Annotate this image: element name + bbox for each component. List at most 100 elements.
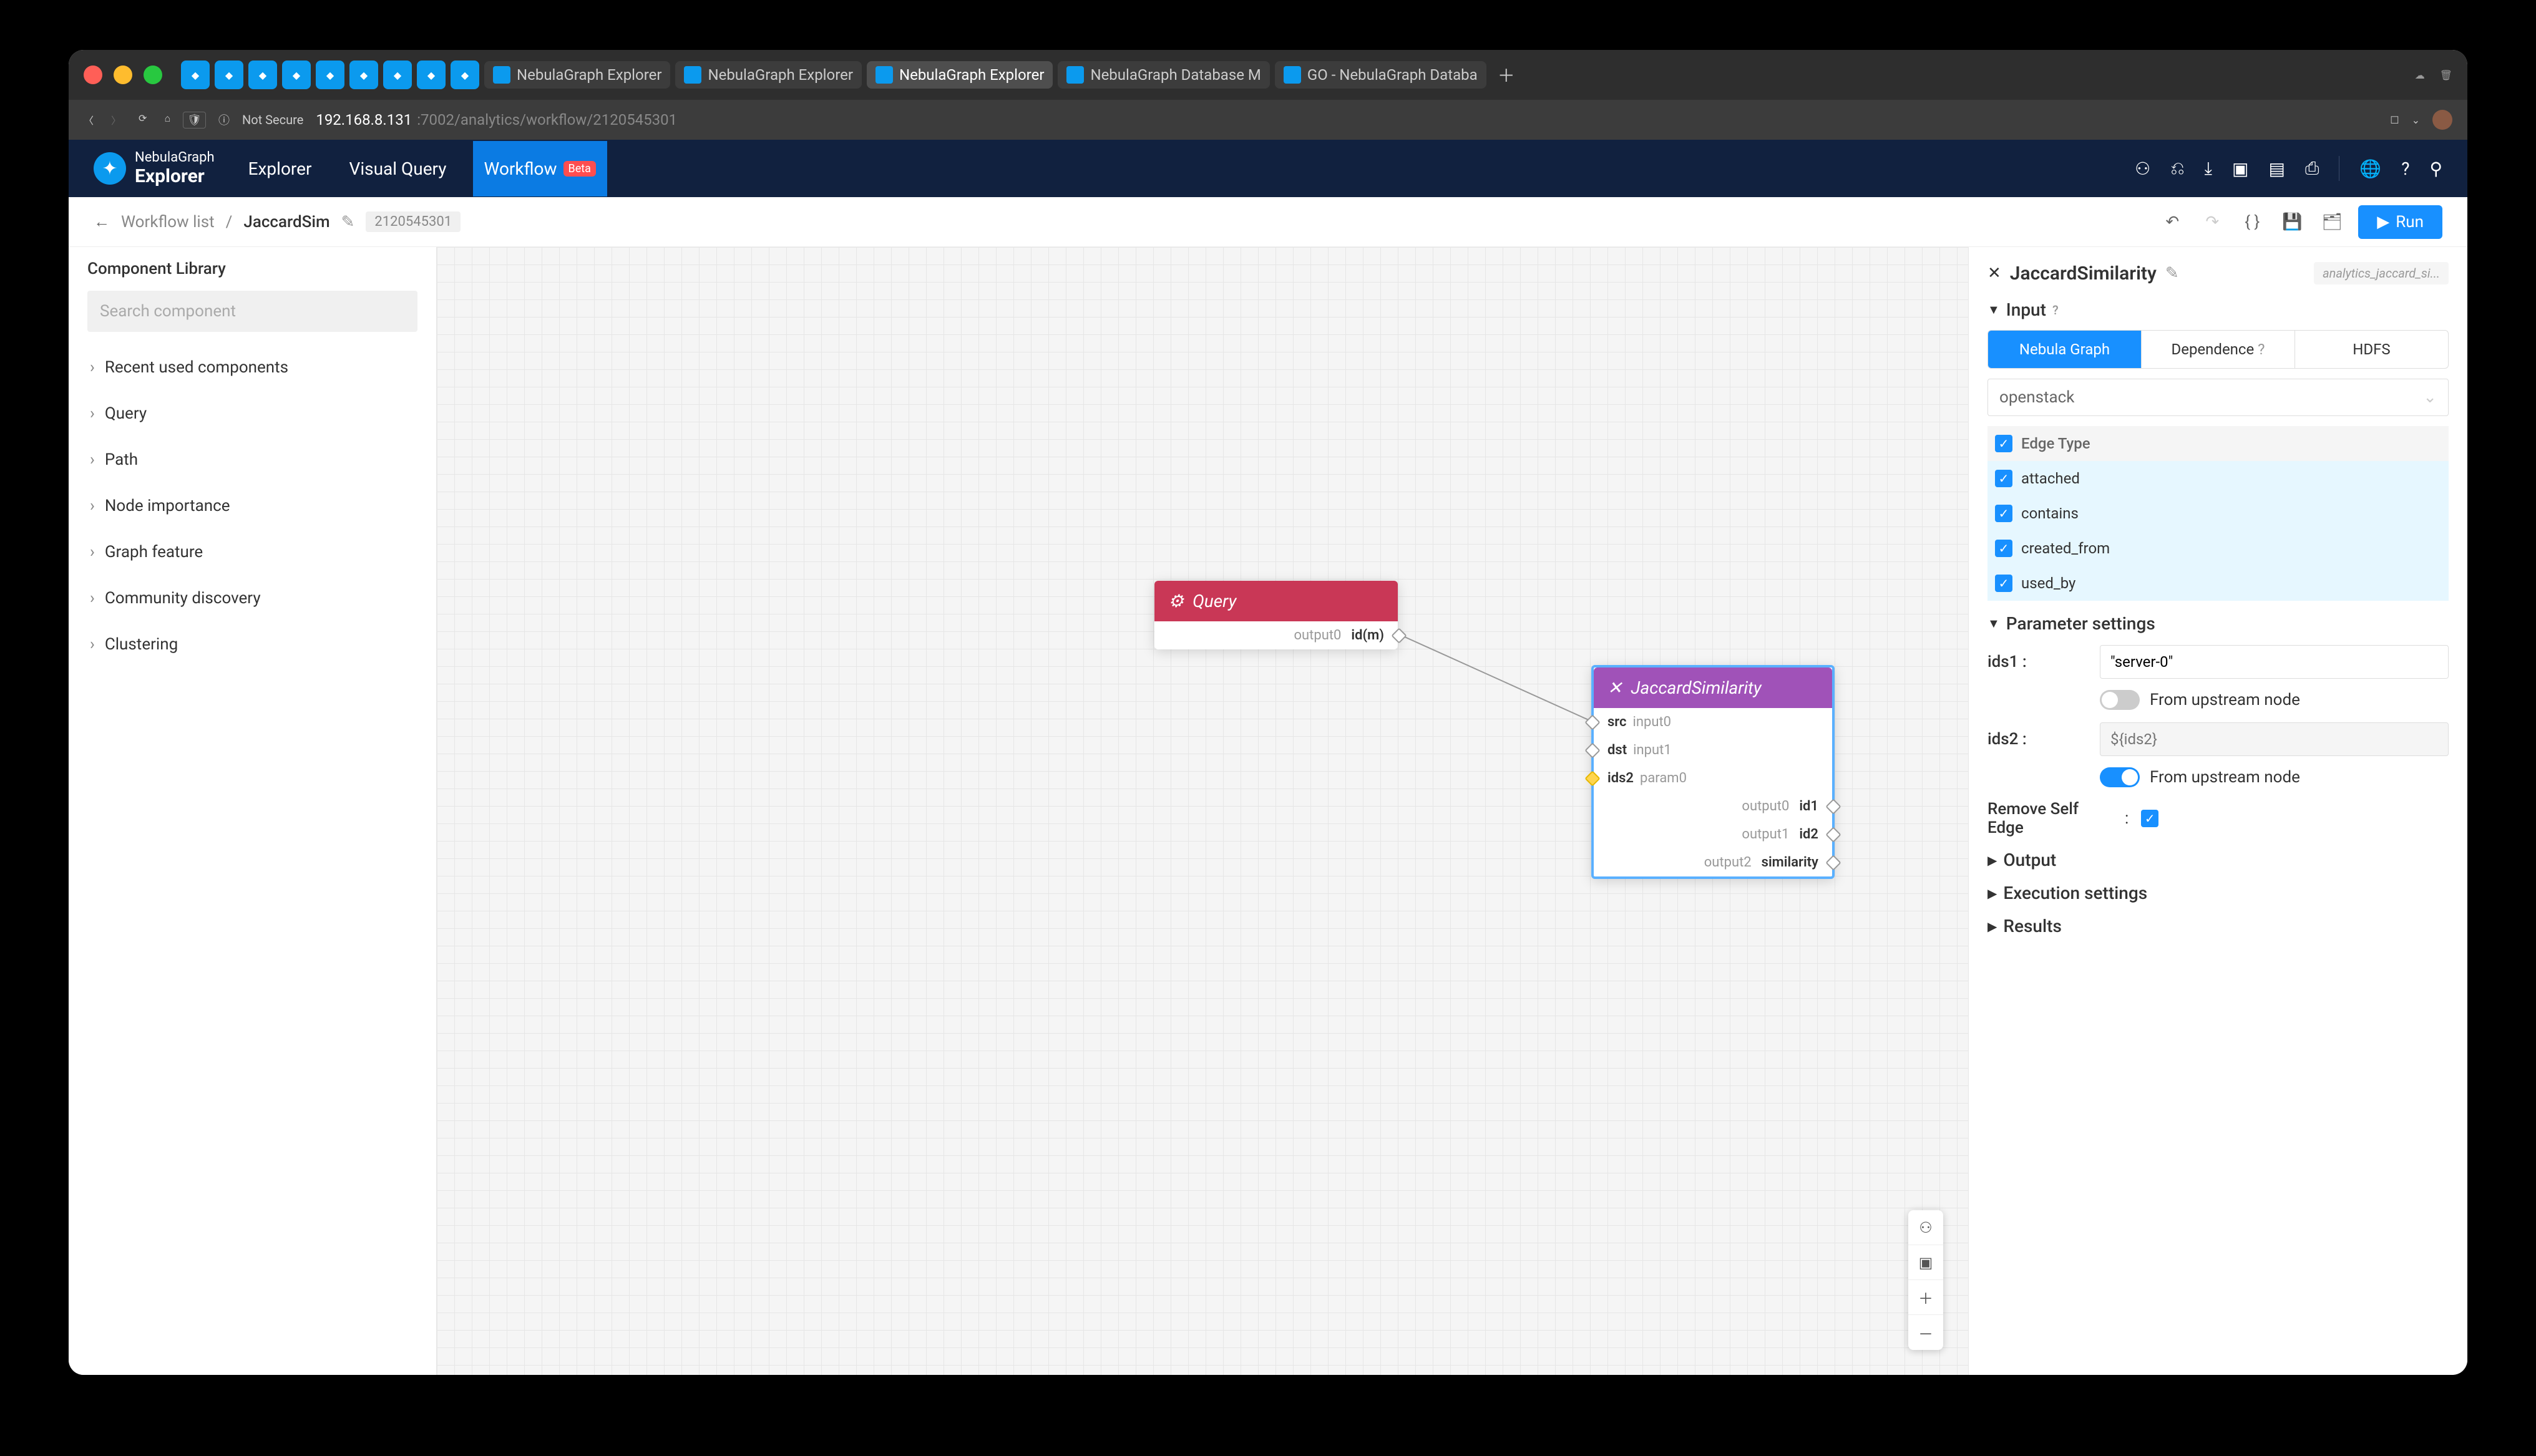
input-handle[interactable] (1584, 742, 1600, 758)
ids1-input[interactable] (2100, 645, 2449, 679)
remove-self-checkbox[interactable]: ✓ (2141, 810, 2158, 827)
run-button[interactable]: ▶Run (2358, 205, 2442, 239)
bookmark-icon[interactable]: ☐ (2390, 114, 2399, 126)
browser-tab-active[interactable]: NebulaGraph Explorer (867, 61, 1053, 89)
save-as-icon[interactable]: 🗂 (2318, 208, 2346, 236)
output-port-id1[interactable]: output0 id1 (1594, 792, 1832, 820)
info-icon[interactable]: ⓘ (218, 112, 230, 128)
zoom-in[interactable]: ＋ (1908, 1280, 1943, 1315)
help-icon[interactable]: ? (2401, 158, 2409, 179)
checkbox[interactable]: ✓ (1995, 505, 2012, 522)
browser-tab[interactable]: NebulaGraph Database M (1058, 61, 1269, 89)
category-recent[interactable]: ›Recent used components (87, 344, 417, 391)
layout-tool[interactable]: ⚇ (1908, 1210, 1943, 1245)
save-icon[interactable]: 💾 (2278, 208, 2306, 236)
output-handle[interactable] (1391, 628, 1407, 643)
category-clustering[interactable]: ›Clustering (87, 621, 417, 667)
reload-button[interactable]: ⟳ (139, 112, 147, 127)
shield-icon[interactable]: 🛡 (183, 112, 206, 129)
tab-hdfs[interactable]: HDFS (2295, 331, 2448, 368)
input-port-src[interactable]: src input0 (1594, 708, 1832, 736)
category-graph-feature[interactable]: ›Graph feature (87, 529, 417, 575)
help-icon[interactable]: ? (2052, 303, 2059, 318)
tab-icon-1[interactable]: ◆ (181, 61, 210, 89)
search-component-input[interactable]: Search component (87, 291, 417, 332)
close-window[interactable] (84, 66, 102, 84)
fit-tool[interactable]: ▣ (1908, 1245, 1943, 1280)
category-node-importance[interactable]: ›Node importance (87, 483, 417, 529)
exec-section-header[interactable]: ▶ Execution settings (1987, 883, 2449, 903)
layout-icon[interactable]: ▤ (2269, 158, 2285, 179)
brand[interactable]: ✦ NebulaGraph Explorer (94, 150, 215, 186)
nav-workflow[interactable]: WorkflowBeta (473, 141, 607, 197)
back-arrow[interactable]: ← (94, 212, 110, 231)
output-handle[interactable] (1825, 827, 1841, 842)
category-path[interactable]: ›Path (87, 437, 417, 483)
checkbox[interactable]: ✓ (1995, 575, 2012, 592)
nav-explorer[interactable]: Explorer (237, 141, 323, 197)
space-select[interactable]: openstack ⌄ (1987, 379, 2449, 416)
output-port-similarity[interactable]: output2 similarity (1594, 848, 1832, 876)
tab-icon-9[interactable]: ◆ (451, 61, 479, 89)
tab-icon-6[interactable]: ◆ (349, 61, 378, 89)
redo-icon[interactable]: ↷ (2198, 208, 2226, 236)
back-button[interactable]: 〈 (84, 112, 94, 127)
browser-tab[interactable]: GO - NebulaGraph Databa (1275, 61, 1486, 89)
undo-icon[interactable]: ↶ (2158, 208, 2186, 236)
edit-icon[interactable]: ✎ (2165, 264, 2179, 283)
edge-row[interactable]: ✓attached (1987, 461, 2449, 496)
checkbox[interactable]: ✓ (1995, 470, 2012, 487)
ids2-upstream-toggle[interactable] (2100, 767, 2140, 787)
checkbox[interactable]: ✓ (1995, 540, 2012, 557)
input-handle[interactable] (1584, 714, 1600, 730)
trash-icon[interactable]: 🗑 (2440, 69, 2452, 81)
forward-button[interactable]: 〉 (111, 112, 121, 127)
edge-row[interactable]: ✓used_by (1987, 566, 2449, 601)
home-button[interactable]: ⌂ (164, 112, 170, 127)
output-handle[interactable] (1825, 798, 1841, 814)
input-port-dst[interactable]: dst input1 (1594, 736, 1832, 764)
browser-tab[interactable]: NebulaGraph Explorer (675, 61, 861, 89)
print-icon[interactable]: ⎙ (2305, 158, 2319, 179)
download-icon[interactable]: ⤓ (2205, 158, 2212, 179)
zoom-out[interactable]: － (1908, 1315, 1943, 1350)
edge-row[interactable]: ✓created_from (1987, 531, 2449, 566)
code-icon[interactable]: { } (2238, 208, 2266, 236)
category-community[interactable]: ›Community discovery (87, 575, 417, 621)
export-icon[interactable]: ▣ (2232, 158, 2248, 179)
link-icon[interactable]: ⚲ (2429, 158, 2442, 179)
output-section-header[interactable]: ▶ Output (1987, 850, 2449, 870)
tab-icon-5[interactable]: ◆ (316, 61, 344, 89)
input-handle[interactable] (1584, 770, 1600, 786)
url-input[interactable]: 192.168.8.131:7002/analytics/workflow/21… (316, 111, 2378, 129)
graph-icon[interactable]: ⚇ (2135, 158, 2150, 179)
ids1-upstream-toggle[interactable] (2100, 690, 2140, 710)
results-section-header[interactable]: ▶ Results (1987, 916, 2449, 936)
query-output-port[interactable]: output0 id(m) (1154, 621, 1398, 649)
tab-icon-3[interactable]: ◆ (248, 61, 277, 89)
tab-icon-8[interactable]: ◆ (417, 61, 446, 89)
browser-tab[interactable]: NebulaGraph Explorer (484, 61, 670, 89)
cloud-icon[interactable]: ☁ (2415, 69, 2425, 81)
edit-name-icon[interactable]: ✎ (341, 213, 355, 231)
checkbox-all[interactable]: ✓ (1995, 435, 2012, 452)
query-node[interactable]: ⚙ Query output0 id(m) (1154, 581, 1398, 649)
avatar-icon[interactable] (2432, 110, 2452, 130)
output-port-id2[interactable]: output1 id2 (1594, 820, 1832, 848)
edge-type-header[interactable]: ✓ Edge Type (1987, 426, 2449, 461)
nav-visual-query[interactable]: Visual Query (338, 141, 457, 197)
jaccard-node[interactable]: ✕ JaccardSimilarity src input0 dst input… (1591, 665, 1835, 879)
tab-dependence[interactable]: Dependence ? (2142, 331, 2295, 368)
input-section-header[interactable]: ▼ Input ? (1987, 299, 2449, 320)
param-section-header[interactable]: ▼ Parameter settings (1987, 613, 2449, 634)
category-query[interactable]: ›Query (87, 391, 417, 437)
input-port-ids2[interactable]: ids2 param0 (1594, 764, 1832, 792)
tab-icon-7[interactable]: ◆ (383, 61, 412, 89)
new-tab-button[interactable]: ＋ (1491, 62, 1521, 87)
workflow-canvas[interactable]: ⚙ Query output0 id(m) ✕ JaccardSimilarit… (437, 247, 1968, 1375)
output-handle[interactable] (1825, 855, 1841, 870)
tab-icon-2[interactable]: ◆ (215, 61, 243, 89)
chevron-down-icon[interactable]: ⌄ (2412, 114, 2420, 126)
tab-icon-4[interactable]: ◆ (282, 61, 311, 89)
minimize-window[interactable] (114, 66, 132, 84)
